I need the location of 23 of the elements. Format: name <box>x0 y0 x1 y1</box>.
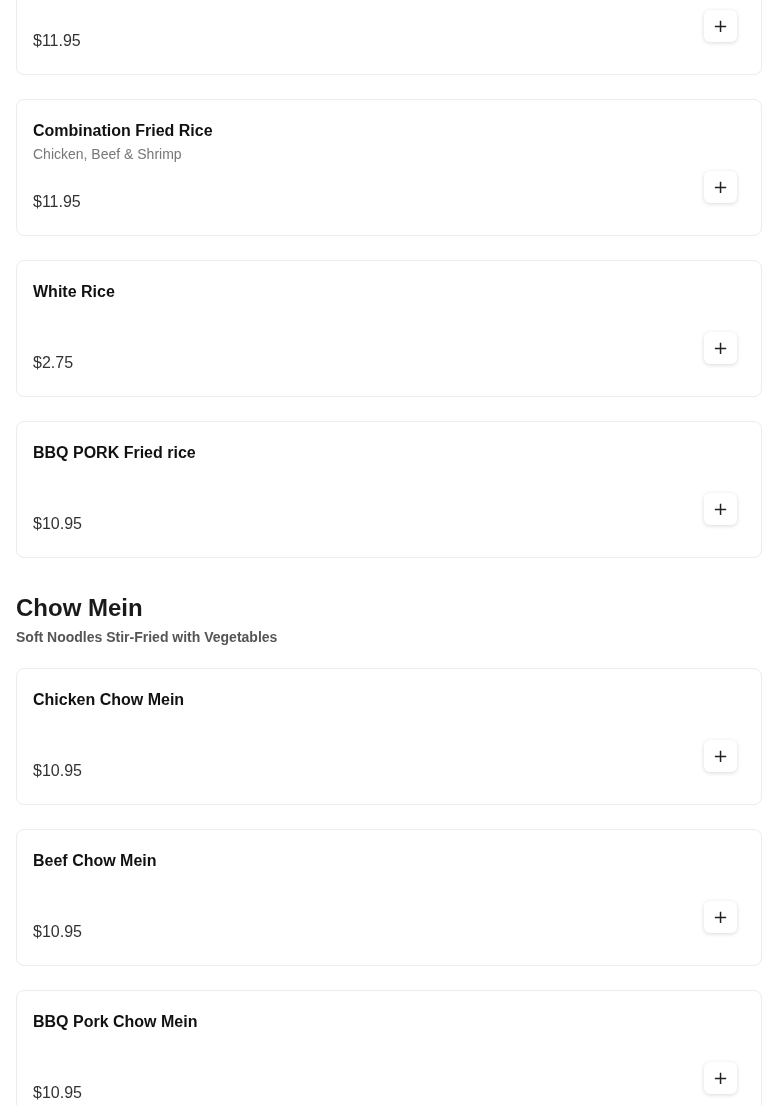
item-name: Combination Fried Rice <box>33 121 214 141</box>
item-price: $10.95 <box>33 1083 82 1103</box>
item-description: Chicken, Beef & Shrimp <box>33 145 183 164</box>
item-price: $2.75 <box>33 353 74 373</box>
item-name: Chicken Chow Mein <box>33 690 186 710</box>
item-price: $11.95 <box>33 192 81 212</box>
section-heading: Chow Mein <box>16 593 144 623</box>
item-price: $11.95 <box>33 31 81 51</box>
item-price: $10.95 <box>33 922 82 942</box>
add-button[interactable]: + <box>704 493 737 525</box>
add-button[interactable]: + <box>704 171 737 203</box>
item-name: Beef Chow Mein <box>33 851 158 871</box>
add-button[interactable]: + <box>704 901 737 933</box>
section-subtitle: Soft Noodles Stir-Fried with Vegetables <box>16 628 279 646</box>
item-price: $10.95 <box>33 514 82 534</box>
add-button[interactable]: + <box>704 740 737 772</box>
item-name: BBQ Pork Chow Mein <box>33 1012 199 1032</box>
item-price: $10.95 <box>33 761 82 781</box>
add-button[interactable]: + <box>704 332 737 364</box>
item-name: BBQ PORK Fried rice <box>33 443 197 463</box>
add-button[interactable]: + <box>704 1062 737 1094</box>
item-name: White Rice <box>33 282 116 302</box>
add-button[interactable]: + <box>704 10 737 42</box>
